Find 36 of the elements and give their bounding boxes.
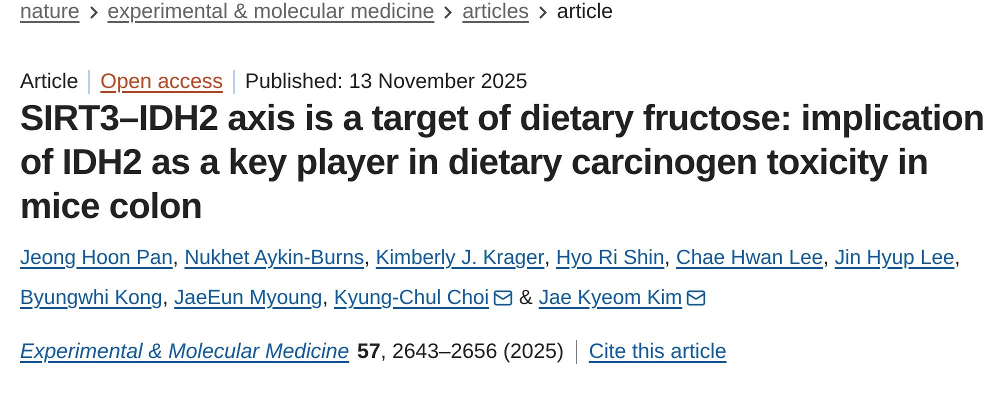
author-separator: , [162,286,168,310]
mail-icon[interactable] [686,288,706,308]
author-link[interactable]: Nukhet Aykin-Burns [184,246,364,270]
journal-link[interactable]: Experimental & Molecular Medicine [20,340,350,364]
open-access-link[interactable]: Open access [88,70,235,94]
breadcrumb-current[interactable]: article [556,0,613,24]
author-separator: & [519,286,533,310]
author-link[interactable]: Chae Hwan Lee [676,246,824,270]
author-separator: , [322,286,328,310]
breadcrumb-link[interactable]: articles [462,0,529,24]
author-link[interactable]: Jae Kyeom Kim [538,286,682,310]
author-link[interactable]: Kimberly J. Krager [376,246,544,270]
published-date: Published: 13 November 2025 [244,70,528,94]
article-type: Article [20,70,80,94]
breadcrumb-link[interactable]: experimental & molecular medicine [108,0,434,24]
mail-icon[interactable] [493,288,514,308]
author-link[interactable]: Jeong Hoon Pan [20,246,173,270]
cite-link[interactable]: Cite this article [588,340,727,364]
volume-number: 57 [357,340,380,364]
author-separator: , [823,246,829,270]
chevron-icon [538,6,547,18]
author-link[interactable]: Byungwhi Kong [20,286,162,310]
author-separator: , [544,246,550,270]
author-separator: , [364,246,370,270]
article-title: SIRT3–IDH2 axis is a target of dietary fructose: implication of IDH2 as a key player in dietary carcinogen toxicity in mice colon [20,96,986,228]
page-range: , 2643–2656 (2025) [380,340,577,364]
breadcrumb-link[interactable]: nature [20,0,80,24]
author-link[interactable]: JaeEun Myoung [174,286,322,310]
chevron-icon [90,6,98,18]
author-separator: , [172,246,178,270]
author-separator: , [664,246,670,270]
author-link[interactable]: Kyung-Chul Choi [334,286,490,310]
chevron-icon [444,6,452,18]
author-link[interactable]: Jin Hyup Lee [834,246,954,270]
author-link[interactable]: Hyo Ri Shin [556,246,664,270]
author-separator: , [954,246,960,270]
